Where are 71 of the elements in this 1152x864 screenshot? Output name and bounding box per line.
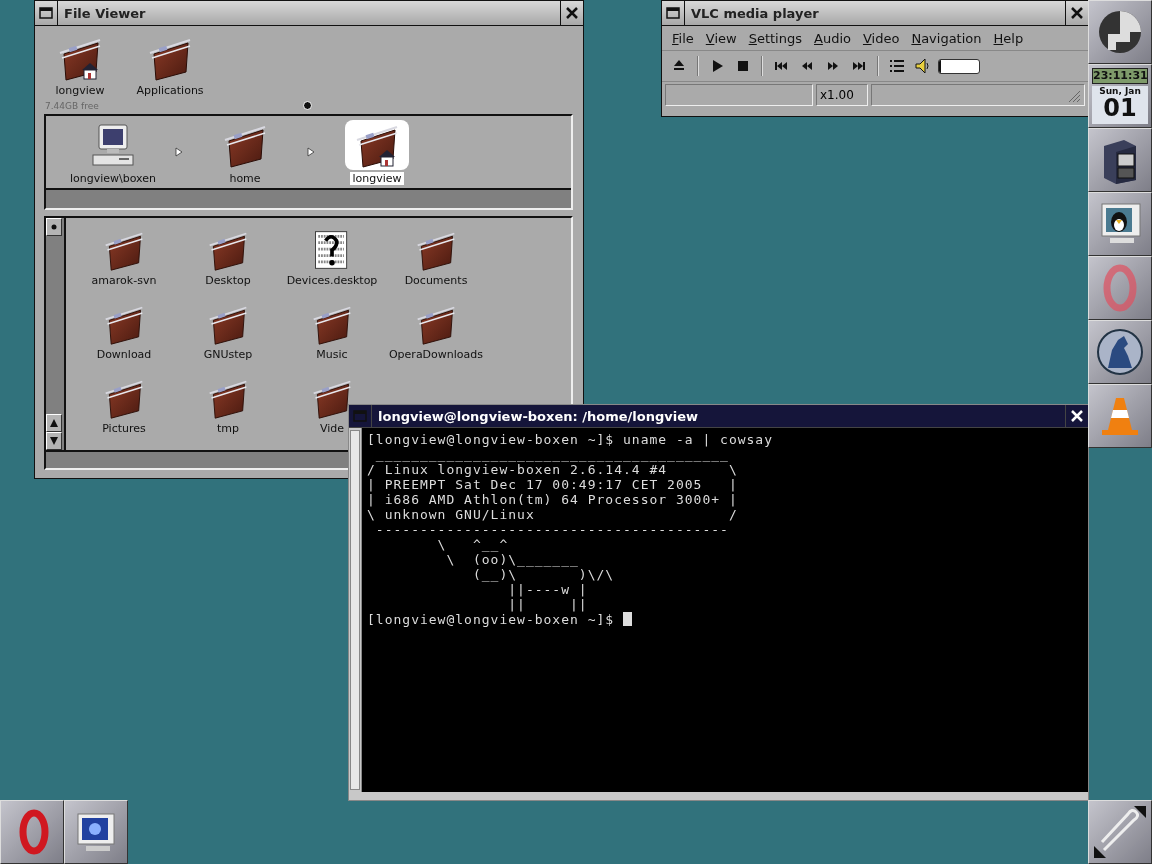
path-item-label: home: [228, 171, 262, 185]
knob-dot-icon: [51, 224, 57, 230]
terminal-line: | i686 AMD Athlon(tm) 64 Processor 3000+ |: [367, 492, 739, 507]
terminal-line: [longview@longview-boxen ~]$: [367, 612, 1088, 627]
file-label[interactable]: Devices.desktop: [284, 274, 380, 287]
horizontal-scrollbar[interactable]: [46, 450, 348, 468]
clock-date: Sun, Jan: [1099, 86, 1141, 96]
terminal-line: \ (oo)\_______: [445, 552, 580, 567]
free-space-text: 7.44GB free: [45, 100, 100, 111]
path-arrow-icon: [307, 147, 315, 157]
file-label[interactable]: Pictures: [100, 422, 148, 435]
file-label[interactable]: Download: [94, 348, 154, 361]
dock-tile[interactable]: [1088, 320, 1152, 384]
file-label[interactable]: Vide: [317, 422, 347, 435]
terminal-line: \ unknown GNU/Linux /: [367, 507, 739, 522]
path-scroller[interactable]: [46, 188, 571, 208]
path-arrow-icon: [175, 147, 183, 157]
window-title: VLC media player: [684, 1, 1066, 25]
clock-day: 01: [1103, 96, 1137, 120]
down-arrow-icon: [49, 436, 59, 446]
file-label[interactable]: amarok-svn: [89, 274, 159, 287]
paperclip-icon: [1094, 806, 1146, 858]
terminal-line: ----------------------------------------: [374, 522, 730, 537]
dock-tile[interactable]: [1088, 384, 1152, 448]
file-label[interactable]: GNUstep: [201, 348, 255, 361]
app-icon-tile[interactable]: [0, 800, 64, 864]
file-label[interactable]: Music: [314, 348, 350, 361]
path-item-label: longview: [350, 171, 404, 185]
clock-tile[interactable]: 23:11:31 Sun, Jan 01: [1088, 64, 1152, 128]
workspace-clip-tile[interactable]: [1088, 800, 1152, 864]
terminal-line: / Linux longview-boxen 2.6.14.4 #4 \: [367, 462, 739, 477]
volume-slider[interactable]: [938, 58, 980, 74]
app-icon-tile[interactable]: [64, 800, 128, 864]
file-label[interactable]: tmp: [215, 422, 241, 435]
dock-tile[interactable]: [1088, 192, 1152, 256]
scroll-up-button[interactable]: [46, 414, 62, 432]
path-item[interactable]: longview\boxen: [63, 119, 163, 185]
terminal-line: || ||: [507, 597, 589, 612]
file-label[interactable]: Documents: [402, 274, 470, 287]
menu-item[interactable]: Video: [856, 30, 906, 46]
menu-item[interactable]: Navigation: [905, 30, 988, 46]
scroll-knob[interactable]: [46, 218, 62, 236]
path-item[interactable]: longview: [327, 119, 427, 185]
text-cursor: [623, 612, 632, 626]
terminal-line: ||----w |: [507, 582, 589, 597]
path-item-label: longview\boxen: [68, 171, 158, 185]
playback-speed: x1.00: [816, 84, 868, 106]
dock-tile[interactable]: [1088, 256, 1152, 320]
dock-tile[interactable]: [1088, 0, 1152, 64]
terminal-line: ________________________________________: [374, 447, 730, 462]
menu-item[interactable]: Audio: [808, 30, 857, 46]
path-item[interactable]: home: [195, 119, 295, 185]
file-label[interactable]: OperaDownloads: [386, 348, 486, 361]
shelf-item-label[interactable]: Applications: [134, 84, 206, 98]
window-title: File Viewer: [57, 1, 561, 25]
menu-item[interactable]: File: [666, 30, 700, 46]
menu-item[interactable]: View: [699, 30, 743, 46]
dock-tile[interactable]: [1088, 128, 1152, 192]
terminal-line: (__)\ )\/\: [471, 567, 616, 582]
terminal-line: [longview@longview-boxen ~]$ uname -a | cowsay: [367, 432, 775, 447]
terminal-line: | PREEMPT Sat Dec 17 00:49:17 CET 2005 |: [367, 477, 739, 492]
shelf-item-label[interactable]: longview: [53, 84, 107, 98]
shelf-resize-handle[interactable]: [303, 101, 312, 111]
clock-time: 23:11:31: [1092, 68, 1148, 84]
window-title: longview@longview-boxen: /home/longview: [371, 405, 1066, 427]
scroll-down-button[interactable]: [46, 432, 62, 450]
up-arrow-icon: [49, 418, 59, 428]
file-label[interactable]: Desktop: [203, 274, 253, 287]
menu-item[interactable]: Settings: [742, 30, 808, 46]
terminal-line: \ ^__^: [436, 537, 510, 552]
menu-item[interactable]: Help: [987, 30, 1030, 46]
